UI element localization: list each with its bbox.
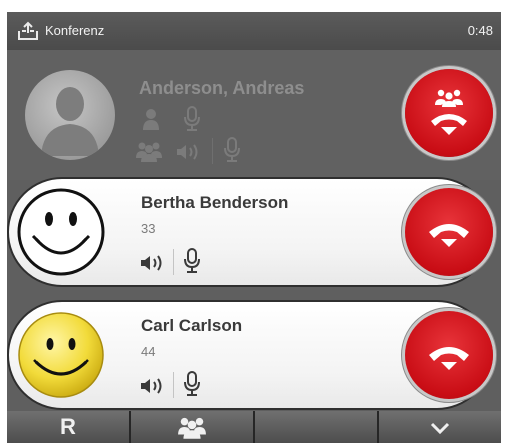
microphone-icon[interactable] — [183, 105, 201, 136]
person-icon — [142, 108, 160, 135]
person-silhouette-icon — [41, 87, 99, 156]
divider — [173, 372, 174, 398]
hangup-button[interactable] — [405, 188, 493, 276]
participant-row: Anderson, Andreas — [7, 50, 501, 180]
page-title: Konferenz — [45, 23, 105, 38]
header-bar: Konferenz 0:48 — [7, 12, 501, 51]
call-timer: 0:48 — [467, 23, 493, 38]
conference-app: Konferenz 0:48 Anderson, Andreas Bertha … — [7, 12, 501, 443]
smiley-icon — [17, 188, 105, 276]
speaker-icon[interactable] — [175, 142, 201, 167]
participant-name: Anderson, Andreas — [139, 78, 305, 98]
speaker-icon[interactable] — [139, 253, 165, 278]
empty-button[interactable] — [255, 411, 379, 443]
conference-button[interactable] — [131, 411, 255, 443]
avatar — [25, 70, 115, 160]
chevron-down-button[interactable] — [379, 411, 501, 443]
r-button-label: R — [60, 414, 76, 439]
participant-number: 44 — [141, 344, 156, 359]
conference-hangup-icon — [431, 89, 467, 135]
avatar — [16, 310, 106, 400]
share-icon[interactable] — [17, 21, 39, 46]
group-icon — [178, 417, 206, 439]
speaker-icon[interactable] — [139, 376, 165, 401]
chevron-down-icon — [430, 422, 450, 435]
r-button[interactable]: R — [7, 411, 131, 443]
hangup-button[interactable] — [405, 311, 493, 399]
participant-name: Carl Carlson — [141, 316, 243, 335]
hangup-icon — [429, 224, 469, 247]
end-conference-button[interactable] — [405, 69, 493, 157]
smiley-icon — [18, 312, 104, 398]
bottom-toolbar: R — [7, 411, 501, 443]
participant-number: 33 — [141, 221, 156, 236]
microphone-icon[interactable] — [223, 136, 241, 167]
microphone-icon[interactable] — [183, 370, 201, 401]
divider — [212, 138, 213, 164]
participant-row: Carl Carlson 44 — [7, 300, 493, 410]
participant-name: Bertha Benderson — [141, 193, 289, 212]
microphone-icon[interactable] — [183, 247, 201, 278]
participant-row: Bertha Benderson 33 — [7, 177, 493, 287]
divider — [173, 249, 174, 275]
avatar — [16, 187, 106, 277]
hangup-icon — [429, 347, 469, 370]
group-icon — [135, 140, 163, 167]
